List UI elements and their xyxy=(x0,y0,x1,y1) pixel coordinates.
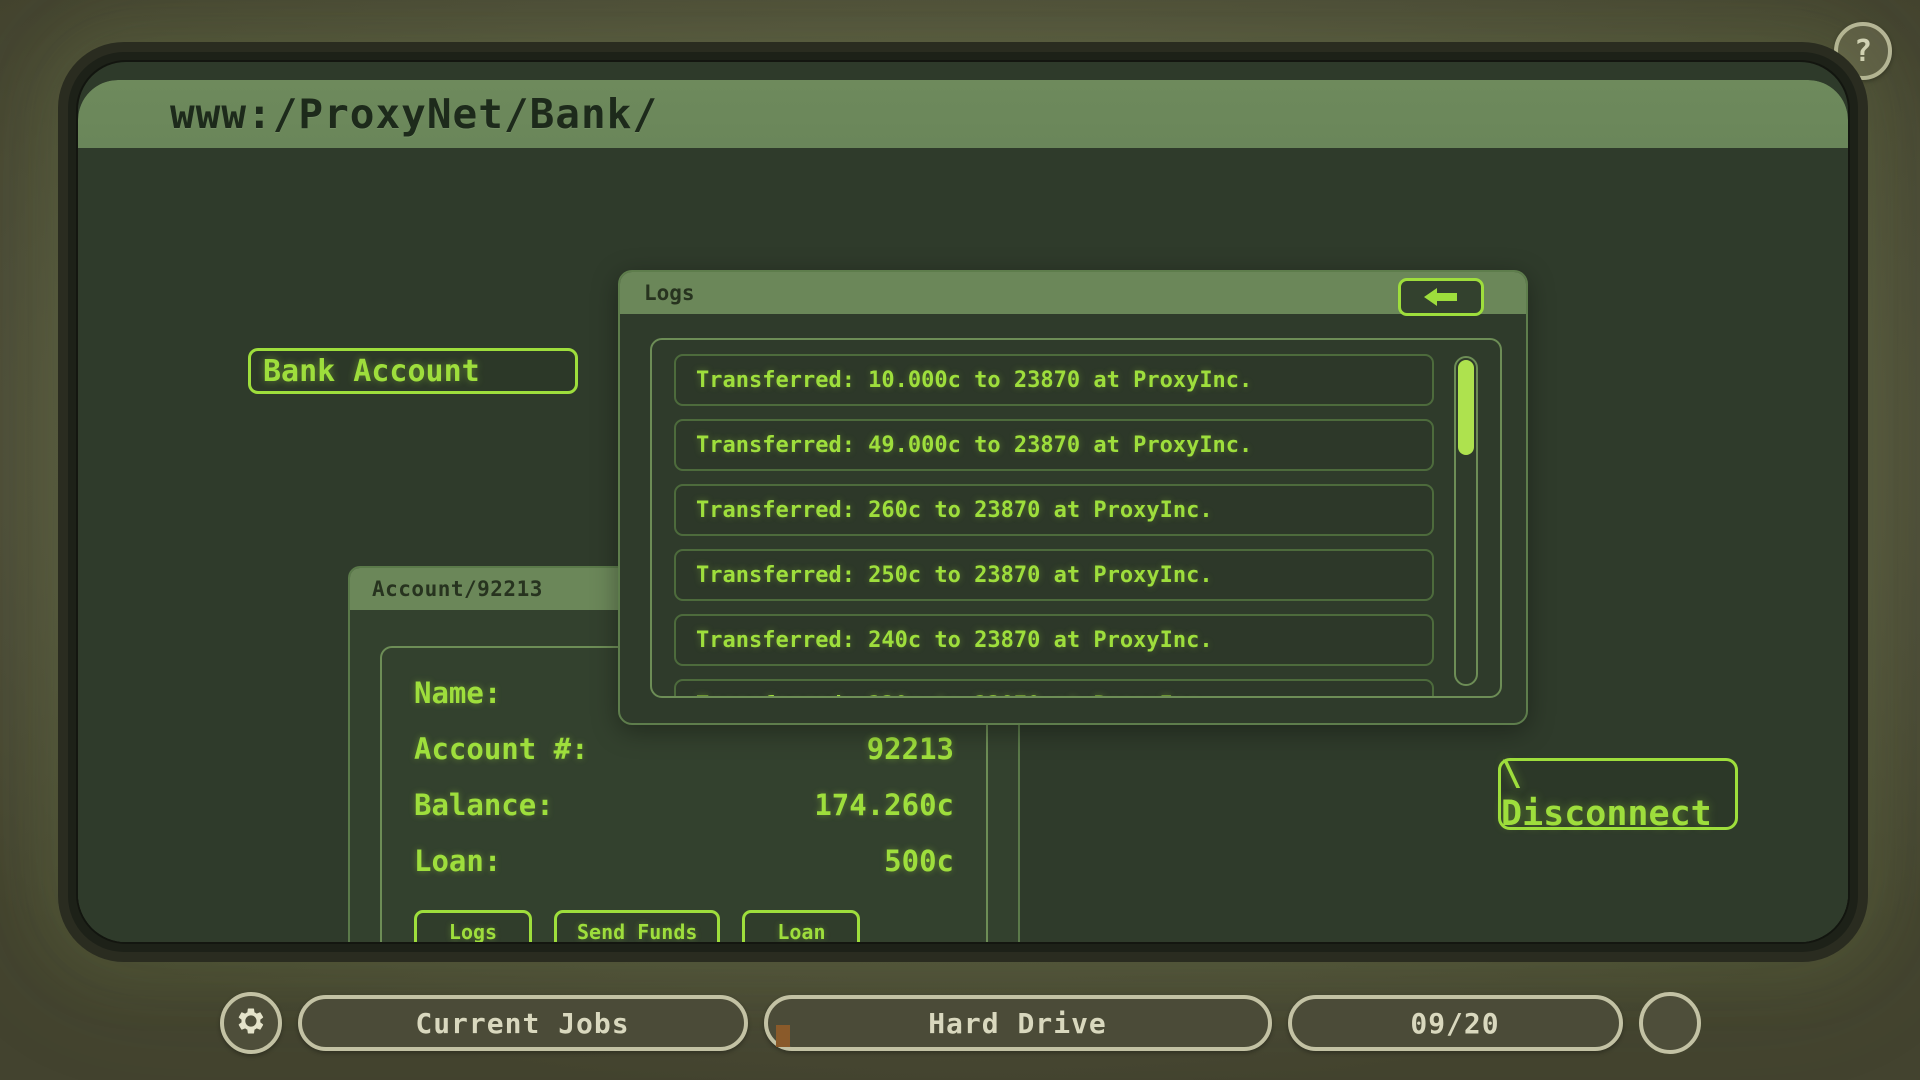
account-action-buttons: Logs Send Funds Loan xyxy=(414,910,954,942)
taskbar-item-label: Current Jobs xyxy=(415,1006,630,1040)
desktop-background: ? www:/ProxyNet/Bank/ Bank Account Accou… xyxy=(0,0,1920,1080)
arrow-left-icon xyxy=(1421,286,1461,308)
send-funds-button[interactable]: Send Funds xyxy=(554,910,721,942)
list-item[interactable]: Transferred: 230c to 23870 at ProxyInc. xyxy=(674,679,1434,697)
log-entry-text: Transferred: 10.000c to 23870 at ProxyIn… xyxy=(696,367,1253,393)
loan-button-label: Loan xyxy=(777,920,826,942)
bank-account-tab[interactable]: Bank Account xyxy=(248,348,578,394)
field-value-balance: 174.260c xyxy=(814,788,954,822)
log-entry-text: Transferred: 230c to 23870 at ProxyInc. xyxy=(696,693,1213,697)
gear-icon xyxy=(236,1006,266,1040)
field-label-loan: Loan: xyxy=(414,844,502,878)
monitor-screen: www:/ProxyNet/Bank/ Bank Account Account… xyxy=(78,62,1848,942)
disconnect-button-label: \ Disconnect xyxy=(1501,754,1712,834)
list-item[interactable]: Transferred: 10.000c to 23870 at ProxyIn… xyxy=(674,354,1434,406)
logs-modal-title: Logs xyxy=(644,281,695,305)
taskbar-item-hard-drive[interactable]: Hard Drive xyxy=(763,995,1272,1051)
field-label-account-number: Account #: xyxy=(414,732,589,766)
send-funds-button-label: Send Funds xyxy=(577,920,698,942)
field-label-name: Name: xyxy=(414,676,502,710)
log-entry-text: Transferred: 240c to 23870 at ProxyInc. xyxy=(696,627,1213,653)
log-entry-text: Transferred: 250c to 23870 at ProxyInc. xyxy=(696,562,1213,588)
taskbar-item-label: Hard Drive xyxy=(928,1006,1107,1040)
logs-modal-header: Logs xyxy=(620,272,1526,316)
logs-list[interactable]: Transferred: 10.000c to 23870 at ProxyIn… xyxy=(674,354,1434,696)
field-value-loan: 500c xyxy=(884,844,954,878)
logs-button[interactable]: Logs xyxy=(414,910,532,942)
taskbar-item-current-jobs[interactable]: Current Jobs xyxy=(297,995,748,1051)
list-item[interactable]: Transferred: 250c to 23870 at ProxyInc. xyxy=(674,549,1434,601)
scrollbar-track[interactable] xyxy=(1454,356,1478,686)
log-entry-text: Transferred: 260c to 23870 at ProxyInc. xyxy=(696,497,1213,523)
log-entry-text: Transferred: 49.000c to 23870 at ProxyIn… xyxy=(696,432,1253,458)
logs-list-container: Transferred: 10.000c to 23870 at ProxyIn… xyxy=(650,338,1502,698)
field-row-loan: Loan: 500c xyxy=(414,844,954,878)
browser-content: Bank Account Account/92213 Name: Account… xyxy=(78,148,1848,942)
power-button[interactable] xyxy=(1638,992,1701,1054)
account-panel-title: Account/92213 xyxy=(372,577,543,601)
logs-modal: Logs Transferred: 10.000c to 23870 at Pr… xyxy=(618,270,1528,725)
scrollbar-thumb[interactable] xyxy=(1458,360,1474,455)
field-value-account-number: 92213 xyxy=(866,732,954,766)
bank-account-tab-label: Bank Account xyxy=(263,353,480,389)
settings-button[interactable] xyxy=(219,992,282,1054)
browser-window: www:/ProxyNet/Bank/ Bank Account Account… xyxy=(78,80,1848,942)
taskbar-item-date[interactable]: 09/20 xyxy=(1287,995,1623,1051)
list-item[interactable]: Transferred: 240c to 23870 at ProxyInc. xyxy=(674,614,1434,666)
page-title: www:/ProxyNet/Bank/ xyxy=(170,90,658,138)
help-icon: ? xyxy=(1853,33,1873,69)
loan-button[interactable]: Loan xyxy=(742,910,861,942)
taskbar-item-label: 09/20 xyxy=(1410,1006,1500,1040)
back-button[interactable] xyxy=(1398,278,1484,316)
logs-button-label: Logs xyxy=(448,920,498,942)
list-item[interactable]: Transferred: 49.000c to 23870 at ProxyIn… xyxy=(674,419,1434,471)
field-row-balance: Balance: 174.260c xyxy=(414,788,954,822)
disconnect-button[interactable]: \ Disconnect xyxy=(1498,754,1738,834)
browser-titlebar: www:/ProxyNet/Bank/ xyxy=(78,80,1848,148)
field-label-balance: Balance: xyxy=(414,788,554,822)
list-item[interactable]: Transferred: 260c to 23870 at ProxyInc. xyxy=(674,484,1434,536)
field-row-account-number: Account #: 92213 xyxy=(414,732,954,766)
taskbar: Current Jobs Hard Drive 09/20 xyxy=(0,988,1920,1058)
